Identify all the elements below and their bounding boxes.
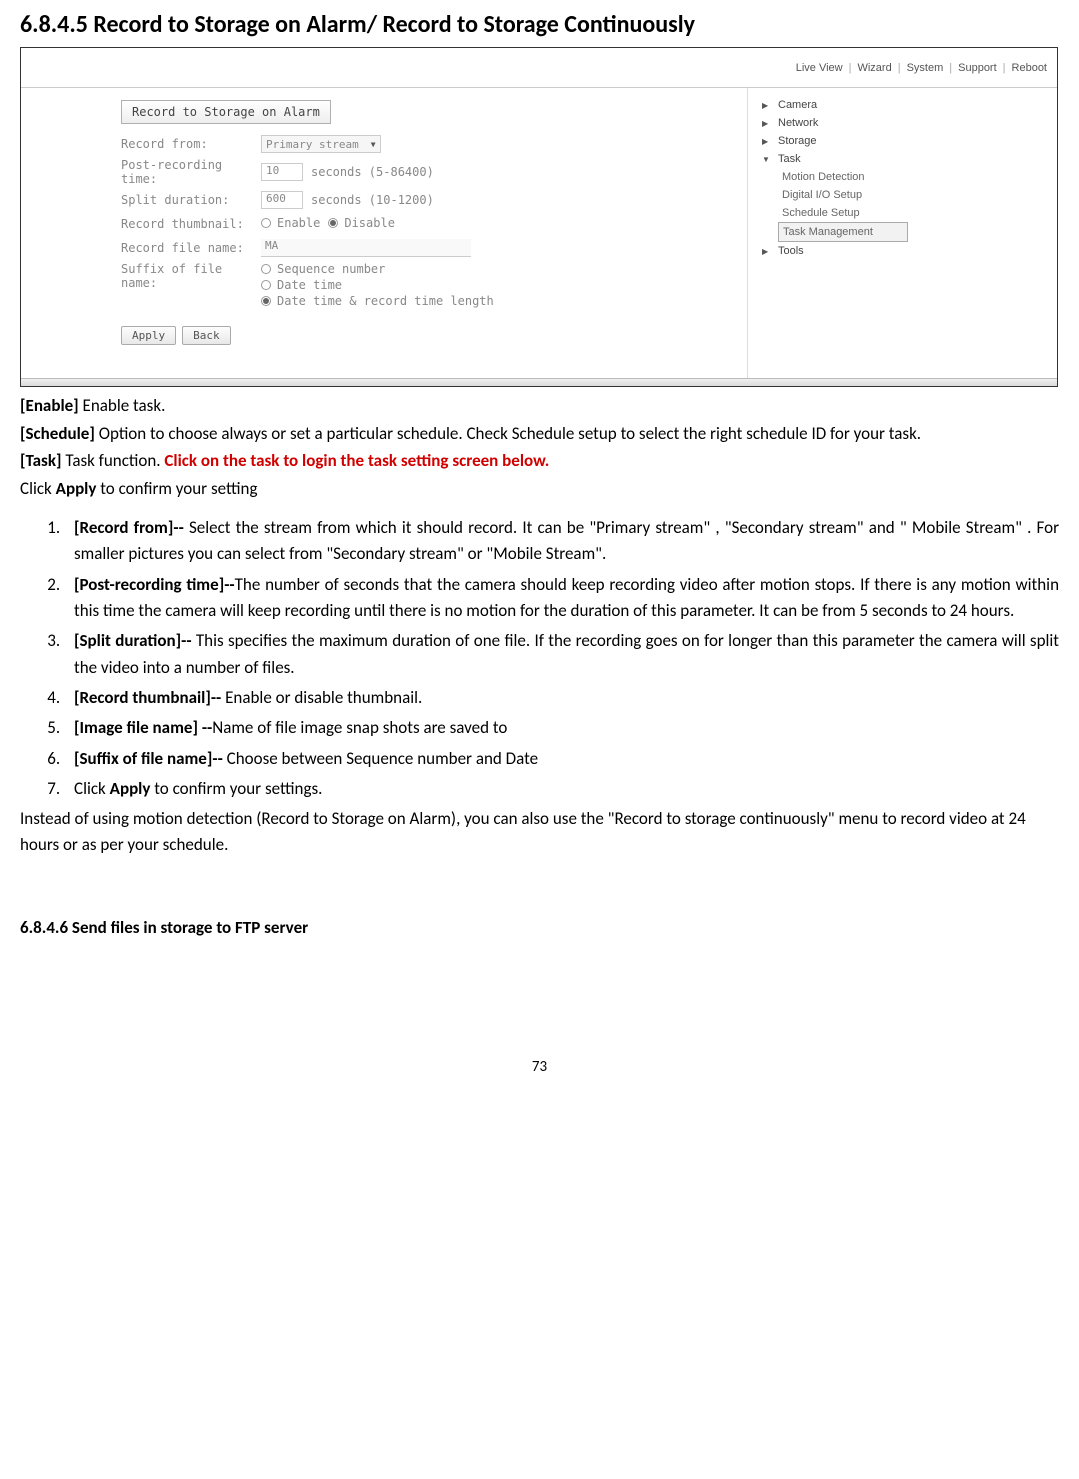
- list-item: [Split duration]-- This specifies the ma…: [64, 628, 1059, 681]
- sidebar-item-network[interactable]: ▶ Network: [758, 114, 1047, 132]
- li7-pre: Click: [74, 778, 110, 799]
- li4-text: Enable or disable thumbnail.: [225, 687, 422, 708]
- suffix-datetime-radio[interactable]: [261, 296, 271, 306]
- li6-text: Choose between Sequence number and Date: [227, 748, 538, 769]
- li7-bold: Apply: [110, 778, 151, 799]
- enable-radio[interactable]: [261, 218, 271, 228]
- task-text: Task function.: [65, 450, 164, 471]
- post-recording-label: Post-recording time:: [121, 158, 261, 186]
- nav-separator: |: [1003, 62, 1006, 74]
- record-from-value: Primary stream: [266, 138, 359, 151]
- suffix-date-radio[interactable]: [261, 280, 271, 290]
- sidebar-sub-motion[interactable]: Motion Detection: [758, 168, 1047, 186]
- nav-reboot[interactable]: Reboot: [1012, 62, 1047, 74]
- record-filename-label: Record file name:: [121, 241, 261, 255]
- li1-text: Select the stream from which it should r…: [74, 517, 1059, 564]
- sidebar-sub-taskmgmt[interactable]: Task Management: [778, 222, 908, 242]
- config-screenshot: Live View | Wizard | System | Support | …: [20, 47, 1058, 387]
- record-thumbnail-label: Record thumbnail:: [121, 217, 261, 231]
- list-item: [Suffix of file name]-- Choose between S…: [64, 746, 1059, 772]
- section-title: 6.8.4.5 Record to Storage on Alarm/ Reco…: [20, 10, 1059, 39]
- top-nav: Live View | Wizard | System | Support | …: [21, 48, 1057, 88]
- apply-text-post: to confirm your setting: [96, 478, 257, 499]
- li1-label: [Record from]--: [74, 517, 189, 538]
- list-item: [Record thumbnail]-- Enable or disable t…: [64, 685, 1059, 711]
- sidebar-label: Camera: [778, 99, 817, 111]
- post-recording-suffix: seconds (5-86400): [311, 165, 434, 179]
- sidebar-label: Task: [778, 153, 801, 165]
- task-bracket: [Task]: [20, 450, 65, 471]
- li2-label: [Post-recording time]--: [74, 574, 235, 595]
- schedule-bracket: [Schedule]: [20, 423, 99, 444]
- chevron-down-icon: ▼: [762, 155, 772, 164]
- nav-wizard[interactable]: Wizard: [857, 62, 891, 74]
- split-duration-suffix: seconds (10-1200): [311, 193, 434, 207]
- trailing-text: Instead of using motion detection (Recor…: [20, 806, 1059, 857]
- task-red-text: Click on the task to login the task sett…: [164, 450, 549, 471]
- nav-system[interactable]: System: [907, 62, 944, 74]
- nav-separator: |: [849, 62, 852, 74]
- sidebar-sub-digitalio[interactable]: Digital I/O Setup: [758, 186, 1047, 204]
- li3-label: [Split duration]--: [74, 630, 196, 651]
- list-item: [Image file name] --Name of file image s…: [64, 715, 1059, 741]
- suffix-label: Suffix of file name:: [121, 262, 261, 290]
- chevron-down-icon: ▼: [371, 140, 376, 149]
- sidebar-item-storage[interactable]: ▶ Storage: [758, 132, 1047, 150]
- enable-text: Enable task.: [83, 395, 166, 416]
- sidebar: ▶ Camera ▶ Network ▶ Storage ▼ Task Moti…: [747, 88, 1057, 378]
- split-duration-label: Split duration:: [121, 193, 261, 207]
- record-from-label: Record from:: [121, 137, 261, 151]
- chevron-right-icon: ▶: [762, 137, 772, 146]
- doc-body: [Enable] Enable task. [Schedule] Option …: [20, 393, 1059, 857]
- apply-bold: Apply: [56, 478, 97, 499]
- record-filename-input[interactable]: MA: [261, 239, 471, 257]
- enable-label: Enable: [277, 216, 320, 230]
- sidebar-item-tools[interactable]: ▶ Tools: [758, 242, 1047, 260]
- sidebar-item-task[interactable]: ▼ Task: [758, 150, 1047, 168]
- suffix-datetime-label: Date time & record time length: [277, 294, 494, 308]
- list-item: [Record from]-- Select the stream from w…: [64, 515, 1059, 568]
- chevron-right-icon: ▶: [762, 119, 772, 128]
- li6-label: [Suffix of file name]--: [74, 748, 227, 769]
- suffix-date-label: Date time: [277, 278, 342, 292]
- disable-radio[interactable]: [328, 218, 338, 228]
- sidebar-label: Storage: [778, 135, 817, 147]
- nav-separator: |: [898, 62, 901, 74]
- subsection-title: 6.8.4.6 Send files in storage to FTP ser…: [20, 917, 1059, 938]
- chevron-right-icon: ▶: [762, 101, 772, 110]
- li3-text: This specifies the maximum duration of o…: [74, 630, 1059, 677]
- sidebar-sub-schedule[interactable]: Schedule Setup: [758, 204, 1047, 222]
- li5-text: Name of file image snap shots are saved …: [212, 717, 507, 738]
- sidebar-label: Network: [778, 117, 818, 129]
- instruction-list: [Record from]-- Select the stream from w…: [20, 515, 1059, 802]
- record-from-select[interactable]: Primary stream ▼: [261, 135, 381, 153]
- bottom-bar: [21, 378, 1057, 387]
- suffix-seq-label: Sequence number: [277, 262, 385, 276]
- li7-post: to confirm your settings.: [150, 778, 322, 799]
- list-item: Click Apply to confirm your settings.: [64, 776, 1059, 802]
- panel-title: Record to Storage on Alarm: [121, 100, 331, 124]
- nav-support[interactable]: Support: [958, 62, 997, 74]
- li5-label: [Image file name] --: [74, 717, 212, 738]
- chevron-right-icon: ▶: [762, 247, 772, 256]
- suffix-seq-radio[interactable]: [261, 264, 271, 274]
- back-button[interactable]: Back: [182, 326, 231, 345]
- sidebar-item-camera[interactable]: ▶ Camera: [758, 96, 1047, 114]
- nav-separator: |: [949, 62, 952, 74]
- form-panel: Record to Storage on Alarm Record from: …: [111, 88, 747, 378]
- split-duration-input[interactable]: 600: [261, 191, 303, 209]
- list-item: [Post-recording time]--The number of sec…: [64, 572, 1059, 625]
- li4-label: [Record thumbnail]--: [74, 687, 225, 708]
- schedule-text: Option to choose always or set a particu…: [99, 423, 921, 444]
- nav-live-view[interactable]: Live View: [796, 62, 843, 74]
- page-number: 73: [20, 1058, 1059, 1076]
- sidebar-label: Tools: [778, 245, 804, 257]
- disable-label: Disable: [344, 216, 395, 230]
- apply-button[interactable]: Apply: [121, 326, 176, 345]
- apply-text-pre: Click: [20, 478, 56, 499]
- post-recording-input[interactable]: 10: [261, 163, 303, 181]
- enable-bracket: [Enable]: [20, 395, 83, 416]
